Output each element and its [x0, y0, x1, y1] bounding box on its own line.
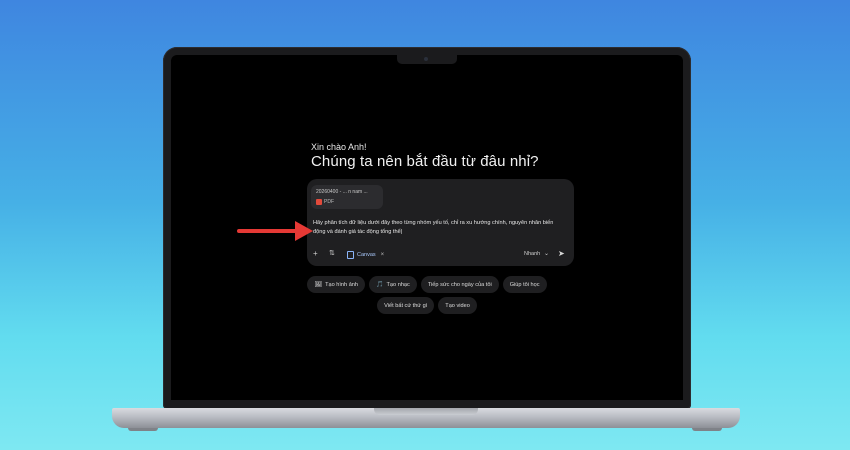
arrow-head: [295, 221, 313, 241]
suggestion-label: Tạo video: [445, 302, 470, 309]
canvas-label: Canvas: [357, 251, 376, 258]
chevron-down-icon[interactable]: ⌄: [544, 250, 549, 257]
suggestion-row-1: 🖼 Tạo hình ảnh 🎵 Tạo nhạc Tiếp sức cho n…: [171, 276, 683, 293]
base-opening-notch: [374, 408, 478, 415]
camera-notch: [397, 55, 457, 64]
suggestion-label: Viết bất cứ thứ gì: [384, 302, 428, 309]
suggestion-label: Giúp tôi học: [509, 281, 540, 288]
attachment-file-type: PDF: [324, 199, 334, 205]
chat-input-box[interactable]: 20260400 - ... n nam ... PDF Hãy phân tí…: [307, 179, 574, 266]
suggestion-create-video[interactable]: Tạo video: [438, 297, 477, 314]
plus-icon[interactable]: +: [313, 250, 318, 258]
close-icon[interactable]: ×: [381, 252, 385, 258]
tune-icon[interactable]: ⇅: [329, 250, 335, 258]
image-icon: 🖼: [314, 282, 323, 288]
suggestion-label: Tạo hình ảnh: [325, 281, 359, 288]
suggestion-boost-day[interactable]: Tiếp sức cho ngày của tôi: [420, 276, 499, 293]
send-icon[interactable]: ➤: [558, 249, 565, 258]
page-title: Chúng ta nên bắt đầu từ đâu nhỉ?: [311, 153, 539, 170]
suggestion-label: Tiếp sức cho ngày của tôi: [427, 281, 492, 288]
camera-icon: [424, 57, 428, 61]
pdf-file-icon: [316, 199, 322, 205]
suggestion-create-image[interactable]: 🖼 Tạo hình ảnh: [307, 276, 366, 293]
music-icon: 🎵: [376, 282, 384, 288]
prompt-input[interactable]: Hãy phân tích dữ liệu dưới đây theo từng…: [313, 219, 565, 236]
greeting-text: Xin chào Anh!: [311, 142, 367, 152]
suggestion-label: Tạo nhạc: [386, 281, 410, 288]
canvas-icon: [347, 250, 354, 259]
annotation-arrow-icon: [237, 221, 313, 241]
suggestion-create-music[interactable]: 🎵 Tạo nhạc: [369, 276, 417, 293]
suggestion-help-learn[interactable]: Giúp tôi học: [502, 276, 547, 293]
suggestion-row-2: Viết bất cứ thứ gì Tạo video: [171, 297, 683, 314]
attachment-chip[interactable]: 20260400 - ... n nam ... PDF: [311, 185, 383, 209]
suggestion-chips: 🖼 Tạo hình ảnh 🎵 Tạo nhạc Tiếp sức cho n…: [171, 276, 683, 318]
laptop-foot-left: [128, 428, 158, 431]
suggestion-write-anything[interactable]: Viết bất cứ thứ gì: [377, 297, 435, 314]
canvas-tool-chip[interactable]: Canvas ×: [347, 250, 384, 259]
laptop-foot-right: [692, 428, 722, 431]
laptop-base: [112, 408, 740, 428]
mode-selector[interactable]: Nhanh: [524, 251, 540, 257]
attachment-file-name: 20260400 - ... n nam ...: [316, 189, 368, 195]
